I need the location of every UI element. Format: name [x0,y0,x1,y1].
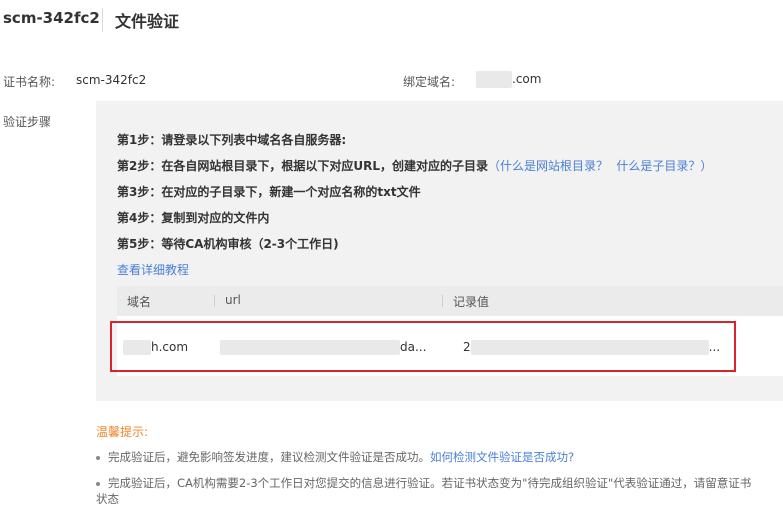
step-3: 第3步：在对应的子目录下，新建一个对应名称的txt文件 [117,185,421,199]
tip-2-continued: 状态 [96,492,119,506]
tip-1: 完成验证后，避免影响签发进度，建议检测文件验证是否成功。如何检测文件验证是否成功… [96,449,574,465]
steps-label: 验证步骤 [3,115,52,129]
header-divider [102,8,103,32]
table-header: 域名 url 记录值 [117,286,783,316]
column-url: url [225,293,241,307]
highlight-box [110,321,736,372]
page-title: 文件验证 [115,12,180,31]
tips-title: 温馨提示: [96,425,149,439]
bullet [96,455,100,460]
page-header: scm-342fc2 文件验证 [0,0,783,40]
cert-id: scm-342fc2 [3,9,100,27]
column-record: 记录值 [453,295,490,309]
tip-1-text: 完成验证后，避免影响签发进度，建议检测文件验证是否成功。 [108,450,430,464]
tip-2-text: 完成验证后，CA机构需要2-3个工作日对您提交的信息进行验证。若证书状态变为"待… [108,476,752,490]
cert-name-label: 证书名称: [3,75,56,89]
bullet [96,481,100,486]
redacted-domain [476,71,512,88]
column-separator [442,295,443,307]
what-is-root-link[interactable]: （什么是网站根目录？ [488,159,608,173]
step-2-text: 第2步：在各自网站根目录下，根据以下对应URL，创建对应的子目录 [117,159,488,173]
step-1: 第1步：请登录以下列表中域名各自服务器: [117,133,347,147]
domain-suffix: .com [512,72,542,86]
step-2: 第2步：在各自网站根目录下，根据以下对应URL，创建对应的子目录（什么是网站根目… [117,157,712,174]
step-5: 第5步：等待CA机构审核（2-3个工作日) [117,237,339,251]
tutorial-link[interactable]: 查看详细教程 [117,261,189,278]
column-separator [214,295,215,307]
step-4: 第4步：复制到对应的文件内 [117,211,270,225]
tip-2: 完成验证后，CA机构需要2-3个工作日对您提交的信息进行验证。若证书状态变为"待… [96,475,751,491]
domain-value: .com [476,71,541,88]
check-verification-link[interactable]: 如何检测文件验证是否成功? [430,450,574,464]
domain-label: 绑定域名: [403,75,456,89]
cert-name-value: scm-342fc2 [76,73,147,87]
what-is-subdir-link[interactable]: 什么是子目录？） [616,159,712,173]
column-domain: 域名 [127,295,152,309]
